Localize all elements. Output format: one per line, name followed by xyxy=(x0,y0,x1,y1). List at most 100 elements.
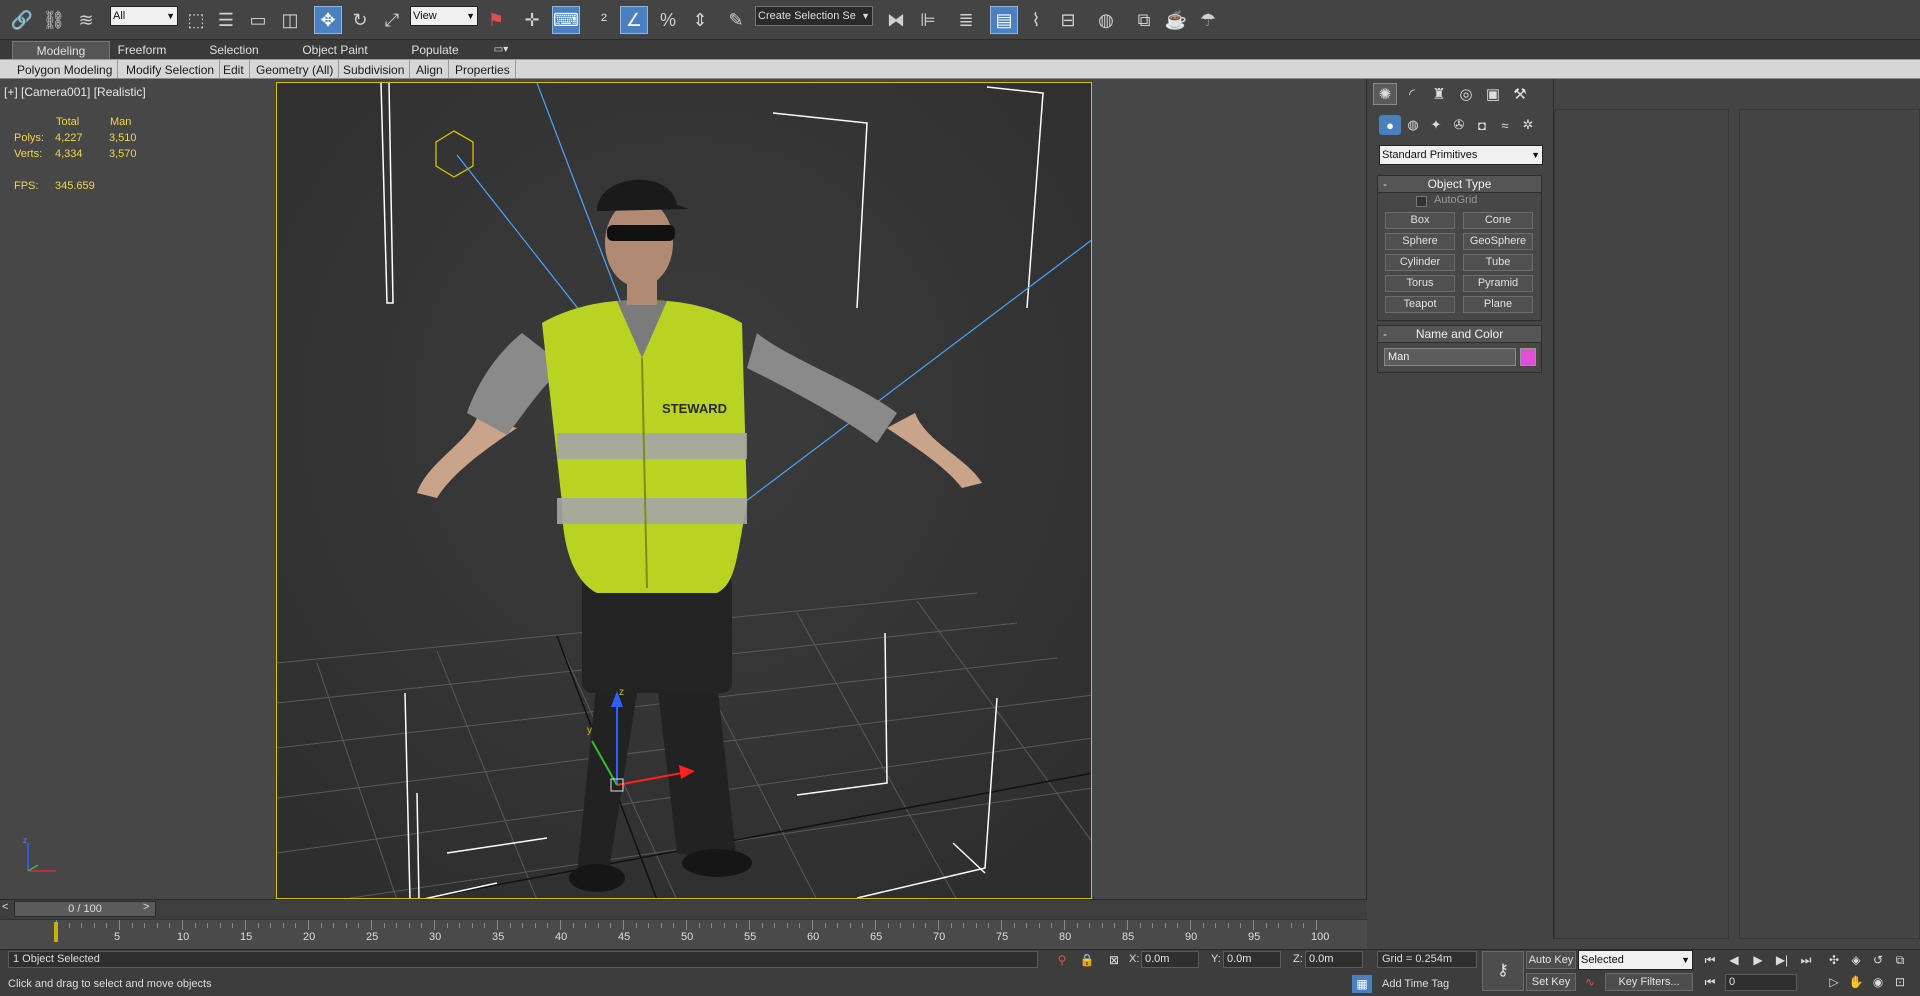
ribbon-polygon-modeling[interactable]: Polygon Modeling xyxy=(12,60,119,80)
pan-view-icon[interactable]: ✣ xyxy=(1824,951,1844,969)
select-by-name-icon[interactable]: ☰ xyxy=(212,6,240,34)
select-object-icon[interactable]: ⬚ xyxy=(182,6,210,34)
modify-tab-icon[interactable]: ◜ xyxy=(1400,83,1424,105)
ribbon-align[interactable]: Align xyxy=(411,60,449,80)
previous-frame-icon[interactable]: ◀ xyxy=(1724,951,1744,969)
cone-button[interactable]: Cone xyxy=(1463,212,1533,229)
zoom-extents-icon[interactable]: ◈ xyxy=(1846,951,1866,969)
tab-selection[interactable]: Selection xyxy=(200,41,268,59)
window-crossing-icon[interactable]: ◫ xyxy=(276,6,304,34)
time-slider[interactable]: 0 / 100 xyxy=(14,901,156,917)
set-key-button[interactable]: Set Key xyxy=(1526,973,1576,991)
y-coordinate-field[interactable]: 0.0m xyxy=(1223,951,1281,968)
cylinder-button[interactable]: Cylinder xyxy=(1385,254,1455,271)
field-of-view-icon[interactable]: ▷ xyxy=(1824,973,1844,991)
go-to-end-icon[interactable]: ⏭ xyxy=(1796,951,1816,969)
pivot-center-icon[interactable]: ⚑ xyxy=(482,6,510,34)
name-and-color-header[interactable]: - Name and Color xyxy=(1378,326,1541,343)
sphere-button[interactable]: Sphere xyxy=(1385,233,1455,250)
shapes-category-icon[interactable]: ◍ xyxy=(1402,115,1424,135)
box-button[interactable]: Box xyxy=(1385,212,1455,229)
teapot-button[interactable]: Teapot xyxy=(1385,296,1455,313)
ribbon-modify-selection[interactable]: Modify Selection xyxy=(121,60,221,80)
select-and-link-icon[interactable]: 🔗 xyxy=(8,6,36,34)
object-color-swatch[interactable] xyxy=(1520,348,1536,366)
default-tangents-icon[interactable]: ∿ xyxy=(1580,973,1600,991)
play-icon[interactable]: ▶ xyxy=(1748,951,1768,969)
snaps-toggle-icon[interactable]: ² xyxy=(590,6,618,34)
maximize-viewport-icon[interactable]: ⧉ xyxy=(1890,951,1910,969)
ribbon-geometry-all[interactable]: Geometry (All) xyxy=(251,60,340,80)
key-mode-dropdown[interactable]: Selected ▼ xyxy=(1578,950,1693,970)
hierarchy-tab-icon[interactable]: ♜ xyxy=(1427,83,1451,105)
torus-button[interactable]: Torus xyxy=(1385,275,1455,292)
reference-coordinate-dropdown[interactable]: View ▼ xyxy=(410,6,478,26)
material-editor-icon[interactable]: ◍ xyxy=(1092,6,1120,34)
tab-object-paint[interactable]: Object Paint xyxy=(296,41,374,59)
safe-frame-scene[interactable]: STEWARD y z xyxy=(276,82,1092,899)
tab-populate[interactable]: Populate xyxy=(404,41,466,59)
ribbon-subdivision[interactable]: Subdivision xyxy=(338,60,411,80)
unlink-selection-icon[interactable]: ⛓ xyxy=(40,6,68,34)
render-production-icon[interactable]: ☂ xyxy=(1194,6,1222,34)
next-frame-icon[interactable]: ▶| xyxy=(1772,951,1792,969)
ribbon-options-icon[interactable]: ▭▾ xyxy=(486,41,516,59)
current-frame-marker[interactable] xyxy=(54,922,58,942)
keyboard-shortcut-override-icon[interactable]: ⌨ xyxy=(552,6,580,34)
lights-category-icon[interactable]: ✦ xyxy=(1425,115,1447,135)
display-tab-icon[interactable]: ▣ xyxy=(1481,83,1505,105)
utilities-tab-icon[interactable]: ⚒ xyxy=(1508,83,1532,105)
isolate-selection-icon[interactable]: ⚲ xyxy=(1052,951,1072,969)
geosphere-button[interactable]: GeoSphere xyxy=(1463,233,1533,250)
time-slider-prev-icon[interactable]: < xyxy=(2,901,8,913)
schematic-view-icon[interactable]: ⊟ xyxy=(1054,6,1082,34)
create-tab-icon[interactable]: ✺ xyxy=(1373,83,1397,105)
x-coordinate-field[interactable]: 0.0m xyxy=(1141,951,1199,968)
orbit-camera-icon[interactable]: ◉ xyxy=(1868,973,1888,991)
object-name-field[interactable]: Man xyxy=(1384,348,1516,366)
percent-snap-icon[interactable]: % xyxy=(654,6,682,34)
rendered-frame-window-icon[interactable]: ☕ xyxy=(1162,6,1190,34)
plane-button[interactable]: Plane xyxy=(1463,296,1533,313)
object-type-header[interactable]: - Object Type xyxy=(1378,176,1541,193)
spinner-snap-icon[interactable]: ⇕ xyxy=(686,6,714,34)
primitive-category-dropdown[interactable]: Standard Primitives ▼ xyxy=(1379,145,1543,165)
viewport-label[interactable]: [+] [Camera001] [Realistic] xyxy=(4,85,146,99)
select-and-rotate-icon[interactable]: ↻ xyxy=(346,6,374,34)
tab-freeform[interactable]: Freeform xyxy=(110,41,174,59)
absolute-mode-icon[interactable]: ⊠ xyxy=(1104,951,1124,969)
select-and-manipulate-icon[interactable]: ✛ xyxy=(518,6,546,34)
key-filters-button[interactable]: Key Filters... xyxy=(1605,973,1693,991)
pyramid-button[interactable]: Pyramid xyxy=(1463,275,1533,292)
tab-modeling[interactable]: Modeling xyxy=(12,41,110,60)
ribbon-edit[interactable]: Edit xyxy=(218,60,250,80)
edit-named-selection-icon[interactable]: ✎ xyxy=(722,6,750,34)
maximize-toggle-icon[interactable]: ⊡ xyxy=(1890,973,1910,991)
autogrid-checkbox[interactable] xyxy=(1416,196,1427,207)
angle-snap-icon[interactable]: ∠ xyxy=(620,6,648,34)
time-slider-next-icon[interactable]: > xyxy=(143,901,149,913)
systems-category-icon[interactable]: ✲ xyxy=(1517,115,1539,135)
hand-pan-icon[interactable]: ✋ xyxy=(1846,973,1866,991)
rectangular-selection-region-icon[interactable]: ▭ xyxy=(244,6,272,34)
geometry-category-icon[interactable]: ● xyxy=(1379,115,1401,135)
ribbon-properties[interactable]: Properties xyxy=(450,60,516,80)
tube-button[interactable]: Tube xyxy=(1463,254,1533,271)
bind-to-space-warp-icon[interactable]: ≋ xyxy=(72,6,100,34)
set-key-icon[interactable]: ⚷ xyxy=(1482,951,1524,991)
select-and-move-icon[interactable]: ✥ xyxy=(314,6,342,34)
motion-tab-icon[interactable]: ◎ xyxy=(1454,83,1478,105)
cameras-category-icon[interactable]: ✇ xyxy=(1448,115,1470,135)
go-to-start-icon[interactable]: ⏮ xyxy=(1700,951,1720,969)
auto-key-button[interactable]: Auto Key xyxy=(1526,951,1576,969)
select-and-scale-icon[interactable]: ⤢ xyxy=(378,6,406,34)
current-frame-field[interactable]: 0 xyxy=(1725,974,1797,991)
add-time-tag-button[interactable]: Add Time Tag xyxy=(1382,978,1449,990)
selection-filter-dropdown[interactable]: All ▼ xyxy=(110,6,178,26)
time-tag-icon[interactable]: ▦ xyxy=(1352,975,1372,993)
space-warps-category-icon[interactable]: ≈ xyxy=(1494,115,1516,135)
render-setup-icon[interactable]: ⧉ xyxy=(1130,6,1158,34)
named-selection-dropdown[interactable]: Create Selection Se ▼ xyxy=(755,6,873,26)
key-mode-toggle-icon[interactable]: ⏮ xyxy=(1700,973,1720,991)
align-icon[interactable]: ⊫ xyxy=(914,6,942,34)
